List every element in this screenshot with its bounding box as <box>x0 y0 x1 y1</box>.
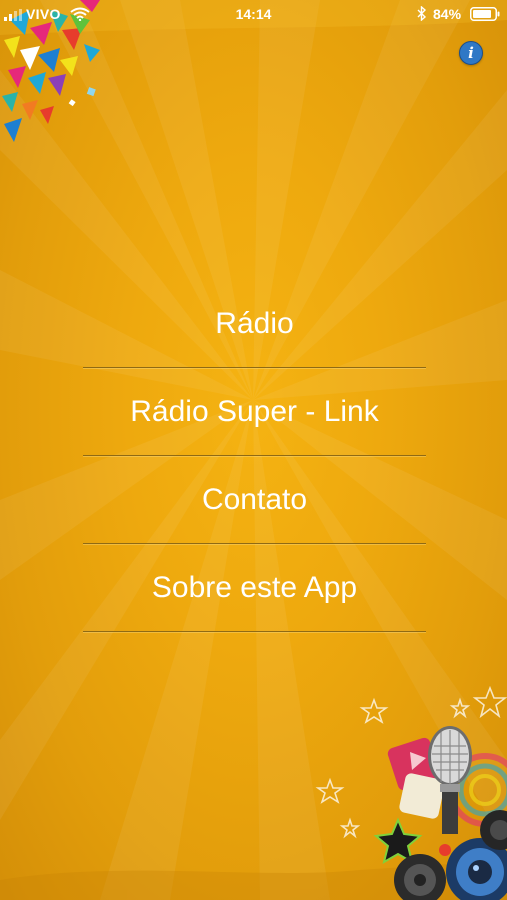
menu-item-radio-super-link[interactable]: Rádio Super - Link <box>83 368 426 456</box>
battery-icon <box>470 7 500 21</box>
battery-percent: 84% <box>433 6 462 22</box>
info-icon: i <box>468 44 474 62</box>
music-decoration <box>315 685 507 900</box>
bluetooth-icon <box>417 6 427 21</box>
menu-item-radio[interactable]: Rádio <box>83 280 426 368</box>
menu-item-sobre-este-app[interactable]: Sobre este App <box>83 544 426 632</box>
info-button[interactable]: i <box>459 41 483 65</box>
menu-item-contato[interactable]: Contato <box>83 456 426 544</box>
main-menu: Rádio Rádio Super - Link Contato Sobre e… <box>83 280 426 632</box>
status-time: 14:14 <box>235 6 272 22</box>
app-screen: VIVO 14:14 84% i Rádio Rádio Super - Lin… <box>0 0 507 900</box>
status-bar: VIVO 14:14 84% <box>0 0 507 28</box>
